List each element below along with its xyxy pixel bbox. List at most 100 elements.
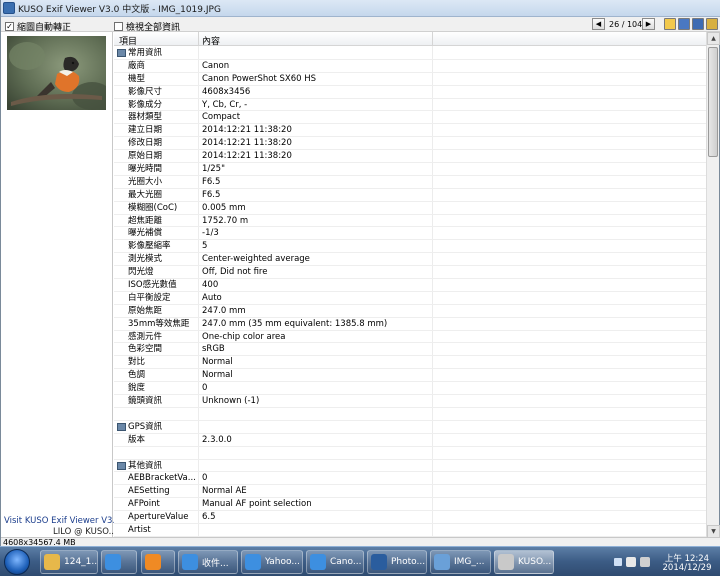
section-header-row[interactable]: GPS資訊	[114, 421, 706, 434]
network-icon[interactable]	[626, 557, 636, 567]
table-row[interactable]: 曝光補償 -1/3	[114, 227, 706, 241]
row-value: Compact	[202, 112, 241, 123]
column-header-content[interactable]: 內容	[202, 34, 220, 47]
scroll-up-button[interactable]: ▲	[707, 32, 720, 45]
table-row[interactable]: 色彩空間 sRGB	[114, 343, 706, 357]
table-row[interactable]: 影像尺寸 4608x3456	[114, 86, 706, 99]
taskbar-button[interactable]	[141, 550, 175, 574]
taskbar-button[interactable]: Photo...	[367, 550, 427, 574]
scroll-thumb[interactable]	[708, 47, 718, 157]
folder-icon	[44, 554, 60, 570]
prev-image-button[interactable]: ◀	[592, 18, 605, 30]
table-row[interactable]: 銳度 0	[114, 382, 706, 396]
toolbar: ✓ 縮圖自動轉正 檢視全部資訊 ◀ 26 / 104 ▶	[1, 17, 720, 33]
app-icon	[3, 2, 15, 14]
section-header-row[interactable]: 常用資訊	[114, 47, 706, 60]
row-key: 曝光時間	[128, 164, 163, 175]
row-value: Canon PowerShot SX60 HS	[202, 73, 317, 84]
table-row[interactable]: 最大光圈 F6.5	[114, 189, 706, 202]
info-icon[interactable]	[706, 18, 718, 30]
section-icon	[117, 49, 126, 57]
column-header-item[interactable]: 項目	[119, 34, 137, 47]
row-key: AFPoint	[128, 499, 160, 510]
row-value: 247.0 mm (35 mm equivalent: 1385.8 mm)	[202, 318, 388, 329]
vertical-scrollbar[interactable]: ▲ ▼	[706, 32, 720, 538]
table-row[interactable]: AESetting Normal AE	[114, 485, 706, 499]
table-row[interactable]: 影像壓縮率 5	[114, 240, 706, 254]
title-bar[interactable]: KUSO Exif Viewer V3.0 中文版 - IMG_1019.JPG	[1, 0, 720, 17]
left-panel: Visit KUSO Exif Viewer V3.0 LILO @ KUSO.…	[1, 32, 121, 546]
table-row[interactable]: 測光模式 Center-weighted average	[114, 253, 706, 267]
table-row[interactable]: 超焦距離 1752.70 m	[114, 215, 706, 228]
page-indicator: 26 / 104	[609, 20, 643, 29]
table-row[interactable]: 白平衡設定 Auto	[114, 292, 706, 305]
table-row[interactable]: 原始日期 2014:12:21 11:38:20	[114, 150, 706, 164]
row-key: 原始日期	[128, 151, 163, 162]
row-key: 曝光補償	[128, 228, 163, 239]
table-row[interactable]: 閃光燈 Off, Did not fire	[114, 266, 706, 280]
row-value: Y, Cb, Cr, -	[202, 99, 248, 110]
row-key: 建立日期	[128, 125, 163, 136]
table-row[interactable]: Artist	[114, 524, 706, 537]
start-button[interactable]	[4, 549, 30, 575]
section-icon	[117, 461, 126, 470]
row-value: 247.0 mm	[202, 305, 246, 316]
table-row[interactable]: ISO感光數值 400	[114, 279, 706, 292]
taskbar-button[interactable]: 124_1...	[40, 550, 98, 574]
visit-link[interactable]: Visit KUSO Exif Viewer V3.0	[4, 516, 121, 526]
exif-viewer-window: KUSO Exif Viewer V3.0 中文版 - IMG_1019.JPG…	[0, 0, 720, 547]
taskbar-button-label: Yahoo...	[265, 557, 300, 567]
table-row[interactable]	[114, 447, 706, 460]
table-row[interactable]: 機型 Canon PowerShot SX60 HS	[114, 73, 706, 86]
table-row[interactable]: AFPoint Manual AF point selection	[114, 498, 706, 512]
table-row[interactable]: 器材類型 Compact	[114, 111, 706, 125]
row-value: Normal	[202, 357, 233, 368]
table-header: 項目 內容	[114, 32, 706, 47]
header-separator[interactable]	[432, 32, 433, 46]
tray-expand-icon[interactable]	[614, 558, 622, 566]
ie-icon	[245, 554, 261, 570]
clock-date[interactable]: 2014/12/29	[658, 563, 716, 573]
open-folder-icon[interactable]	[664, 18, 676, 30]
thumbnail-image[interactable]	[7, 36, 106, 110]
row-value: F6.5	[202, 189, 221, 200]
row-key: GPS資訊	[128, 421, 163, 432]
taskbar-button[interactable]: 收件...	[178, 550, 238, 574]
row-value: Off, Did not fire	[202, 267, 268, 278]
table-row[interactable]: 廠商 Canon	[114, 60, 706, 73]
row-key: 原始焦距	[128, 305, 163, 316]
table-row[interactable]: 模糊圈(CoC) 0.005 mm	[114, 202, 706, 215]
taskbar-button[interactable]: Cano...	[306, 550, 364, 574]
taskbar-button-label: Cano...	[330, 557, 362, 567]
next-image-button[interactable]: ▶	[642, 18, 655, 30]
taskbar-button[interactable]	[101, 550, 137, 574]
taskbar-button[interactable]: IMG_...	[430, 550, 491, 574]
row-key: 版本	[128, 434, 146, 445]
show-all-checkbox[interactable]	[114, 22, 123, 31]
volume-icon[interactable]	[640, 557, 650, 567]
table-row[interactable]: 對比 Normal	[114, 356, 706, 370]
table-row[interactable]: 感測元件 One-chip color area	[114, 331, 706, 344]
taskbar-button[interactable]: Yahoo...	[241, 550, 303, 574]
table-row[interactable]: ApertureValue 6.5	[114, 511, 706, 524]
save-icon[interactable]	[678, 18, 690, 30]
section-header-row[interactable]: 其他資訊	[114, 460, 706, 473]
table-row[interactable]	[114, 408, 706, 421]
table-row[interactable]: 35mm等效焦距 247.0 mm (35 mm equivalent: 1385…	[114, 318, 706, 331]
auto-rotate-checkbox[interactable]: ✓	[5, 22, 14, 31]
table-row[interactable]: 影像成分 Y, Cb, Cr, -	[114, 99, 706, 112]
table-row[interactable]: AEBBracketVa... 0	[114, 472, 706, 486]
table-row[interactable]: 色調 Normal	[114, 369, 706, 383]
table-row[interactable]: 建立日期 2014:12:21 11:38:20	[114, 124, 706, 138]
taskbar-button[interactable]: KUSO...	[494, 550, 554, 574]
header-separator[interactable]	[198, 32, 199, 46]
row-key: 器材類型	[128, 112, 163, 123]
table-row[interactable]: 修改日期 2014:12:21 11:38:20	[114, 137, 706, 151]
table-row[interactable]: 鏡頭資訊 Unknown (-1)	[114, 395, 706, 408]
row-key: 影像成分	[128, 99, 163, 110]
table-row[interactable]: 曝光時間 1/25"	[114, 163, 706, 176]
export-icon[interactable]	[692, 18, 704, 30]
table-row[interactable]: 光圈大小 F6.5	[114, 176, 706, 189]
table-row[interactable]: 原始焦距 247.0 mm	[114, 305, 706, 318]
table-row[interactable]: 版本 2.3.0.0	[114, 434, 706, 447]
